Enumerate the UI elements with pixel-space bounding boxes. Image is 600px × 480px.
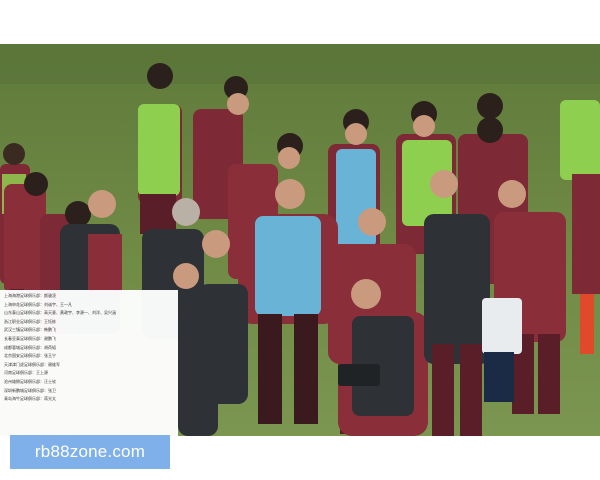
squad-list-row: 浙江职业足球俱乐部：王钰栋 — [4, 318, 56, 324]
squad-list-row: 沧州雄狮足球俱乐部：汪士钦 — [4, 378, 56, 384]
squad-list-row: 长春亚泰足球俱乐部：谢鹏飞 — [4, 335, 56, 341]
squad-list-overlay: 上海海港足球俱乐部：颜骏凌 上海申花足球俱乐部：刘诚宇、王一凡 山东泰山足球俱乐… — [0, 290, 178, 436]
squad-list-row: 天津津门虎足球俱乐部：谢维军 — [4, 361, 60, 367]
squad-list-row: 深圳新鹏城足球俱乐部：张卫 — [4, 387, 56, 393]
squad-list-row: 上海申花足球俱乐部：刘诚宇、王一凡 — [4, 301, 72, 307]
squad-list-row: 青岛海牛足球俱乐部：蒋光太 — [4, 396, 56, 402]
site-watermark-banner: rb88zone.com — [10, 435, 170, 469]
squad-list-row: 武汉三镇足球俱乐部：韩鹏飞 — [4, 327, 56, 333]
squad-list-row: 山东泰山足球俱乐部：高天意、黄政宇、李源一、刘洋、吴兴涵 — [4, 310, 116, 316]
squad-list-row: 成都蓉城足球俱乐部：胡荷韬 — [4, 344, 56, 350]
squad-list-row: 上海海港足球俱乐部：颜骏凌 — [4, 293, 56, 298]
squad-list-row: 河南足球俱乐部：王上源 — [4, 370, 48, 376]
squad-list-row: 北京国安足球俱乐部：张玉宁 — [4, 353, 56, 359]
